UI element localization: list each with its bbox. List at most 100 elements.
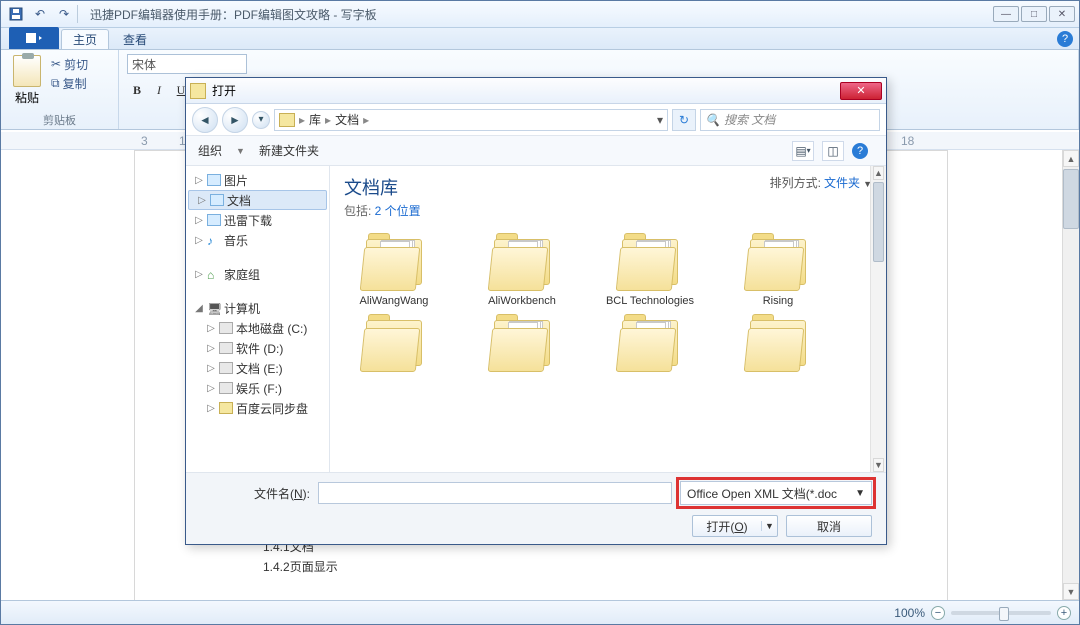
folder-item[interactable] — [728, 314, 828, 375]
folder-item[interactable]: AliWorkbench — [472, 233, 572, 308]
chevron-down-icon: ▼ — [855, 488, 865, 499]
scroll-up-icon[interactable]: ▲ — [1063, 150, 1079, 167]
titlebar: ↶ ↷ 迅捷PDF编辑器使用手册：PDF编辑图文攻略 - 写字板 — □ ✕ — [1, 1, 1079, 28]
dialog-titlebar: 打开 ✕ — [186, 78, 886, 104]
refresh-button[interactable]: ↻ — [672, 109, 696, 131]
folder-icon — [486, 314, 558, 372]
file-list: 文档库 包括: 2 个位置 排列方式: 文件夹 ▼ AliWangWangAli… — [330, 166, 886, 472]
minimize-button[interactable]: — — [993, 6, 1019, 22]
library-icon — [279, 113, 295, 127]
tree-computer[interactable]: ◢🖥计算机 — [186, 298, 329, 318]
newfolder-button[interactable]: 新建文件夹 — [259, 142, 319, 159]
locations-link[interactable]: 2 个位置 — [375, 204, 421, 218]
folder-icon — [358, 314, 430, 372]
cut-button[interactable]: ✂剪切 — [51, 55, 88, 73]
undo-icon[interactable]: ↶ — [29, 4, 51, 24]
paste-button[interactable]: 粘贴 — [7, 53, 47, 106]
tree-drive-d[interactable]: ▷软件 (D:) — [186, 338, 329, 358]
scissors-icon: ✂ — [51, 57, 61, 71]
search-input[interactable]: 🔍 搜索 文档 — [700, 109, 880, 131]
organize-button[interactable]: 组织 — [198, 142, 222, 159]
tree-xunlei[interactable]: ▷迅雷下载 — [186, 210, 329, 230]
file-tab[interactable] — [9, 27, 59, 49]
dialog-nav: ◄ ► ▾ ▸ 库 ▸ 文档 ▸ ▾ ↻ 🔍 搜索 文档 — [186, 104, 886, 136]
dialog-bottom: 文件名(N): Office Open XML 文档(*.doc ▼ 打开(O)… — [186, 472, 886, 544]
folder-icon — [614, 233, 686, 291]
tree-drive-f[interactable]: ▷娱乐 (F:) — [186, 378, 329, 398]
folder-name: Rising — [763, 294, 794, 308]
save-icon[interactable] — [5, 4, 27, 24]
folder-icon — [190, 83, 206, 99]
copy-button[interactable]: ⧉复制 — [51, 74, 88, 92]
zoom-in-button[interactable]: + — [1057, 606, 1071, 620]
tree-pictures[interactable]: ▷图片 — [186, 170, 329, 190]
copy-icon: ⧉ — [51, 76, 60, 91]
breadcrumb[interactable]: ▸ 库 ▸ 文档 ▸ ▾ — [274, 109, 668, 131]
tab-home[interactable]: 主页 — [61, 29, 109, 49]
folder-item[interactable]: AliWangWang — [344, 233, 444, 308]
file-scrollbar[interactable]: ▲ ▼ — [870, 166, 886, 472]
preview-button[interactable]: ◫ — [822, 141, 844, 161]
scroll-down-icon[interactable]: ▼ — [1063, 583, 1079, 600]
font-name-combo[interactable]: 宋体 — [127, 54, 247, 74]
folder-icon — [742, 314, 814, 372]
file-scroll-up-icon[interactable]: ▲ — [873, 166, 884, 180]
zoom-slider[interactable] — [951, 611, 1051, 615]
filename-input[interactable] — [318, 482, 672, 504]
tab-view[interactable]: 查看 — [111, 29, 159, 49]
clipboard-icon — [13, 55, 41, 87]
sort-link[interactable]: 文件夹 — [824, 176, 860, 190]
zoom-out-button[interactable]: − — [931, 606, 945, 620]
tree-music[interactable]: ▷♪音乐 — [186, 230, 329, 250]
quick-access-toolbar: ↶ ↷ — [5, 4, 78, 24]
filetype-combo[interactable]: Office Open XML 文档(*.doc ▼ — [680, 481, 872, 505]
vertical-scrollbar[interactable]: ▲ ▼ — [1062, 150, 1079, 600]
folder-icon — [486, 233, 558, 291]
paste-label: 粘贴 — [15, 89, 39, 106]
folder-item[interactable]: Rising — [728, 233, 828, 308]
filename-label: 文件名(N): — [200, 485, 310, 502]
scroll-thumb[interactable] — [1063, 169, 1079, 229]
dialog-close-button[interactable]: ✕ — [840, 82, 882, 100]
recent-button[interactable]: ▾ — [252, 111, 270, 129]
nav-tree: ▷图片 ▷文档 ▷迅雷下载 ▷♪音乐 ▷⌂家庭组 ◢🖥计算机 ▷本地磁盘 (C:… — [186, 166, 330, 472]
folder-item[interactable]: BCL Technologies — [600, 233, 700, 308]
dialog-title: 打开 — [212, 82, 236, 99]
folder-icon — [614, 314, 686, 372]
folder-icon — [742, 233, 814, 291]
statusbar: 100% − + — [1, 600, 1079, 624]
maximize-button[interactable]: □ — [1021, 6, 1047, 22]
ribbon-tabs: 主页 查看 ? — [1, 28, 1079, 50]
folder-item[interactable] — [344, 314, 444, 375]
cancel-button[interactable]: 取消 — [786, 515, 872, 537]
bold-button[interactable]: B — [127, 80, 147, 100]
folder-icon — [358, 233, 430, 291]
forward-button[interactable]: ► — [222, 107, 248, 133]
tree-drive-c[interactable]: ▷本地磁盘 (C:) — [186, 318, 329, 338]
tree-homegroup[interactable]: ▷⌂家庭组 — [186, 264, 329, 284]
tree-baidu[interactable]: ▷百度云同步盘 — [186, 398, 329, 418]
window-title: 迅捷PDF编辑器使用手册：PDF编辑图文攻略 - 写字板 — [90, 6, 377, 23]
clipboard-group-label: 剪贴板 — [7, 110, 112, 128]
tree-documents[interactable]: ▷文档 — [188, 190, 327, 210]
file-scroll-thumb[interactable] — [873, 182, 884, 262]
folder-name: AliWorkbench — [488, 294, 556, 308]
view-button[interactable]: ▤▾ — [792, 141, 814, 161]
dialog-help-icon[interactable]: ? — [852, 143, 868, 159]
file-scroll-down-icon[interactable]: ▼ — [873, 458, 884, 472]
search-icon: 🔍 — [705, 113, 720, 127]
folder-item[interactable] — [472, 314, 572, 375]
zoom-level: 100% — [894, 606, 925, 620]
open-button[interactable]: 打开(O)▼ — [692, 515, 778, 537]
folder-item[interactable] — [600, 314, 700, 375]
tree-drive-e[interactable]: ▷文档 (E:) — [186, 358, 329, 378]
back-button[interactable]: ◄ — [192, 107, 218, 133]
library-title: 文档库 — [344, 174, 421, 200]
italic-button[interactable]: I — [149, 80, 169, 100]
redo-icon[interactable]: ↷ — [53, 4, 75, 24]
folder-name: AliWangWang — [360, 294, 429, 308]
folder-name: BCL Technologies — [606, 294, 694, 308]
dialog-toolbar: 组织▼ 新建文件夹 ▤▾ ◫ ? — [186, 136, 886, 166]
close-button[interactable]: ✕ — [1049, 6, 1075, 22]
help-icon[interactable]: ? — [1057, 31, 1073, 47]
